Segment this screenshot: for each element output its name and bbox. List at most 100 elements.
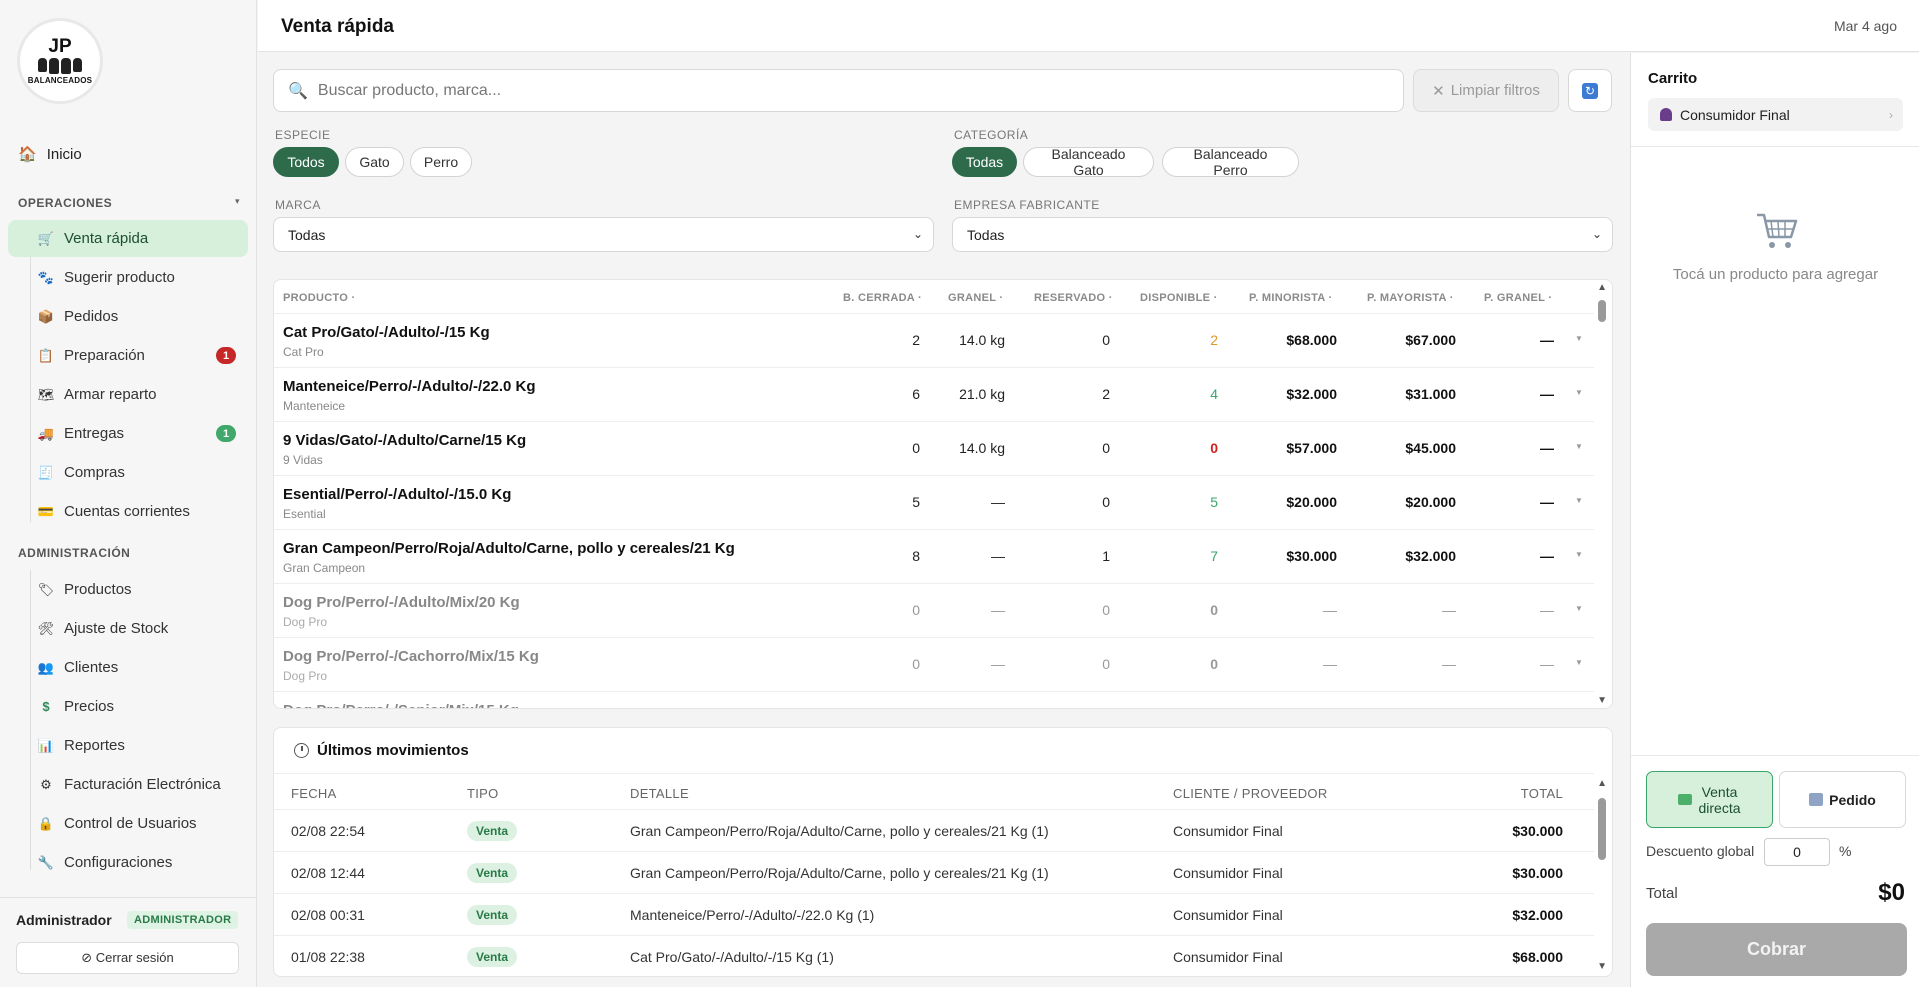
expand-chevron-icon[interactable]: ▼ [1575, 388, 1583, 397]
scroll-up-arrow-icon[interactable]: ▲ [1597, 282, 1607, 293]
chip-categoria-gato[interactable]: Balanceado Gato [1023, 146, 1154, 178]
lock-icon: 🔒 [37, 815, 55, 831]
col-producto[interactable]: PRODUCTO · [283, 292, 355, 304]
col-p-minorista[interactable]: P. MINORISTA · [1249, 292, 1332, 304]
cell-granel: — [991, 548, 1005, 564]
cell-p-granel: — [1540, 386, 1554, 402]
cell-reservado: 2 [1102, 386, 1110, 402]
movement-cliente: Consumidor Final [1173, 865, 1283, 881]
col-b-cerrada[interactable]: B. CERRADA · [843, 292, 922, 304]
product-name: Dog Pro/Perro/-/Senior/Mix/15 Kg [283, 702, 519, 708]
search-box[interactable]: 🔍 [273, 69, 1404, 112]
table-row[interactable]: Dog Pro/Perro/-/Adulto/Mix/20 Kg Dog Pro 0… [274, 583, 1594, 637]
search-input[interactable] [317, 81, 1318, 100]
mode-direct-sale-button[interactable]: Venta directa [1646, 771, 1773, 828]
chip-especie-todos[interactable]: Todos [273, 147, 339, 177]
movement-fecha: 02/08 00:31 [291, 907, 365, 923]
movement-row[interactable]: 02/08 00:31 Manteneice/Perro/-/Adulto/-/2… [274, 893, 1594, 935]
clear-filters-label: Limpiar filtros [1450, 82, 1540, 99]
sidebar-item-label: Sugerir producto [64, 269, 175, 286]
sidebar-item-precios[interactable]: $ Precios [8, 688, 248, 725]
sidebar-item-label: Pedidos [64, 308, 119, 325]
col-reservado[interactable]: RESERVADO · [1034, 292, 1113, 304]
table-row[interactable]: Dog Pro/Perro/-/Senior/Mix/15 Kg [274, 691, 1594, 708]
collapse-caret-icon[interactable]: ▾ [235, 196, 240, 207]
sidebar-item-productos[interactable]: 🏷 Productos [8, 571, 248, 608]
logout-button[interactable]: ⊘ Cerrar sesión [16, 942, 239, 974]
col-p-mayorista[interactable]: P. MAYORISTA · [1367, 292, 1454, 304]
chip-categoria-todas[interactable]: Todas [952, 147, 1017, 177]
sidebar-item-clientes[interactable]: 👥 Clientes [8, 649, 248, 686]
total-value: $0 [1878, 879, 1905, 906]
chip-categoria-perro[interactable]: Balanceado Perro [1162, 146, 1299, 178]
table-row[interactable]: Esential/Perro/-/Adulto/-/15.0 Kg Esentia… [274, 475, 1594, 529]
movements-panel: Últimos movimientos FECHA TIPO DETALLE C… [273, 727, 1613, 977]
sidebar-item-ajuste-de-stock[interactable]: 🛠 Ajuste de Stock [8, 610, 248, 647]
expand-chevron-icon[interactable]: ▼ [1575, 658, 1583, 667]
refresh-button[interactable]: ↻ [1568, 69, 1612, 112]
expand-chevron-icon[interactable]: ▼ [1575, 496, 1583, 505]
movement-row[interactable]: 02/08 22:54 Gran Campeon/Perro/Roja/Adult… [274, 809, 1594, 851]
customer-selector[interactable]: Consumidor Final › [1648, 98, 1903, 131]
movement-row[interactable]: 01/08 22:38 Cat Pro/Gato/-/Adulto/-/15 Kg… [274, 935, 1594, 976]
col-cliente: CLIENTE / PROVEEDOR [1173, 786, 1328, 801]
sidebar-item-cuentas-corrientes[interactable]: 💳 Cuentas corrientes [8, 493, 248, 530]
empresa-select[interactable]: Todas ⌄ [952, 217, 1613, 252]
cell-minorista: $68.000 [1286, 332, 1337, 348]
sidebar-item-sugerir-producto[interactable]: 🐾 Sugerir producto [8, 259, 248, 296]
clear-filters-button[interactable]: ✕ Limpiar filtros [1413, 69, 1559, 112]
discount-input[interactable] [1764, 838, 1830, 866]
sidebar-item-label: Preparación [64, 347, 145, 364]
section-operaciones[interactable]: OPERACIONES ▾ [18, 196, 240, 210]
sidebar-item-label: Entregas [64, 425, 125, 442]
chip-especie-perro[interactable]: Perro [410, 147, 472, 177]
nav-home-label: Inicio [46, 145, 82, 163]
mode-order-button[interactable]: Pedido [1779, 771, 1906, 828]
sidebar-item-armar-reparto[interactable]: 🗺 Armar reparto [8, 376, 248, 413]
movement-row[interactable]: 02/08 12:44 Gran Campeon/Perro/Roja/Adult… [274, 851, 1594, 893]
cell-disponible: 5 [1210, 494, 1218, 510]
sidebar-item-configuraciones[interactable]: 🔧 Configuraciones [8, 844, 248, 881]
table-row[interactable]: 9 Vidas/Gato/-/Adulto/Carne/15 Kg 9 Vidas… [274, 421, 1594, 475]
col-p-granel[interactable]: P. GRANEL · [1484, 292, 1552, 304]
pay-button[interactable]: Cobrar [1646, 923, 1907, 976]
scroll-up-arrow-icon[interactable]: ▲ [1597, 778, 1607, 789]
cats-logo-icon [38, 57, 82, 74]
sidebar-item-preparacion[interactable]: 📋 Preparación 1 [8, 337, 248, 374]
nav-home[interactable]: 🏠 Inicio [18, 145, 82, 164]
movements-table-header: FECHA TIPO DETALLE CLIENTE / PROVEEDOR T… [274, 773, 1594, 809]
cell-disponible: 0 [1210, 602, 1218, 618]
scroll-down-arrow-icon[interactable]: ▼ [1597, 961, 1607, 972]
table-row[interactable]: Dog Pro/Perro/-/Cachorro/Mix/15 Kg Dog Pr… [274, 637, 1594, 691]
sidebar-item-pedidos[interactable]: 📦 Pedidos [8, 298, 248, 335]
col-granel[interactable]: GRANEL · [948, 292, 1003, 304]
sidebar-item-reportes[interactable]: 📊 Reportes [8, 727, 248, 764]
sidebar-item-control-de-usuarios[interactable]: 🔒 Control de Usuarios [8, 805, 248, 842]
movements-scrollbar-thumb[interactable] [1598, 798, 1606, 860]
sidebar-item-compras[interactable]: 🧾 Compras [8, 454, 248, 491]
sidebar-item-label: Precios [64, 698, 115, 715]
chip-especie-gato[interactable]: Gato [345, 147, 404, 177]
table-row[interactable]: Cat Pro/Gato/-/Adulto/-/15 Kg Cat Pro 2 14.… [274, 313, 1594, 367]
total-label: Total [1646, 885, 1678, 902]
sidebar-item-facturacion-electronica[interactable]: ⚙ Facturación Electrónica [8, 766, 248, 803]
scroll-down-arrow-icon[interactable]: ▼ [1597, 695, 1607, 706]
mode-direct-label: Venta directa [1698, 783, 1741, 816]
cell-p-granel: — [1540, 656, 1554, 672]
expand-chevron-icon[interactable]: ▼ [1575, 442, 1583, 451]
col-disponible[interactable]: DISPONIBLE · [1140, 292, 1218, 304]
user-role-badge: ADMINISTRADOR [127, 911, 239, 929]
products-scrollbar-thumb[interactable] [1598, 300, 1606, 322]
table-row[interactable]: Manteneice/Perro/-/Adulto/-/22.0 Kg Mante… [274, 367, 1594, 421]
sidebar-item-entregas[interactable]: 🚚 Entregas 1 [8, 415, 248, 452]
table-row[interactable]: Gran Campeon/Perro/Roja/Adulto/Carne, po… [274, 529, 1594, 583]
expand-chevron-icon[interactable]: ▼ [1575, 334, 1583, 343]
cell-cerrada: 0 [912, 602, 920, 618]
expand-chevron-icon[interactable]: ▼ [1575, 550, 1583, 559]
marca-select[interactable]: Todas ⌄ [273, 217, 934, 252]
product-brand: Manteneice [283, 399, 346, 413]
expand-chevron-icon[interactable]: ▼ [1575, 604, 1583, 613]
sidebar-item-venta-rapida[interactable]: 🛒 Venta rápida [8, 220, 248, 257]
company-logo[interactable]: JP BALANCEADOS [17, 18, 103, 104]
movement-type-badge: Venta [467, 905, 518, 925]
